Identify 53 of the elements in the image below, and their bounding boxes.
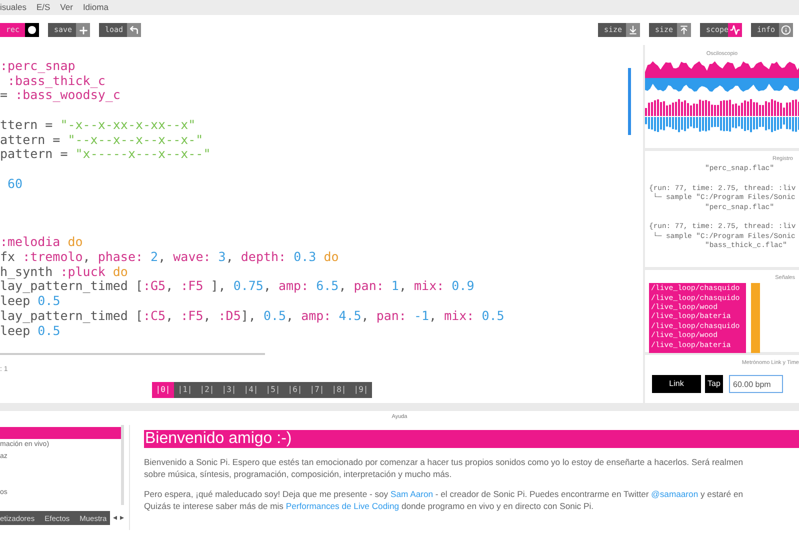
workspace-tab[interactable]: |1| — [174, 382, 196, 398]
code-line: lay_pattern_timed [:C5, :F5, :D5], 0.5, amp: 4.5, pan: -1, mix: 0.5 — [0, 308, 504, 324]
workspace-tab[interactable]: |8| — [328, 382, 350, 398]
code-line: attern = "--x--x--x--x--x-" — [0, 132, 204, 148]
menu-item[interactable]: isuales — [0, 1, 26, 14]
code-line: :perc_snap — [0, 59, 76, 74]
code-line: fx :tremolo, phase: 2, wave: 3, depth: 0.3 do — [0, 250, 339, 265]
link-button[interactable]: Link — [652, 375, 701, 394]
menu-item[interactable]: Ver — [60, 1, 73, 14]
help-heading: Bienvenido amigo :-) — [144, 430, 799, 448]
code-line: 60 — [6, 176, 23, 192]
code-line: ttern = "-x--x-xx-x-xx--x" — [0, 118, 196, 132]
horizontal-scrollbar[interactable] — [0, 353, 265, 355]
arrow-down-icon — [628, 25, 638, 35]
scroll-arrow-icon[interactable]: ◂ — [113, 512, 117, 524]
workspace-tab[interactable]: |7| — [306, 382, 328, 398]
scroll-arrow-icon[interactable]: ▸ — [120, 512, 124, 524]
workspace-tab[interactable]: |3| — [218, 382, 240, 398]
workspace-tab[interactable]: |2| — [196, 382, 218, 398]
workspace-tab[interactable]: |9| — [350, 382, 372, 398]
help-text-line: Bienvenido a Sonic Pi. Espero que estés tan emocionado por comenzar a hacer tus propios sonidos como yo lo estoy de enseñarte a hacerlos. Será realmen — [144, 456, 744, 468]
menu-item[interactable]: Idioma — [82, 1, 108, 14]
help-link[interactable]: @samaaron — [651, 489, 698, 500]
workspace-tab[interactable]: |4| — [240, 382, 262, 398]
help-link[interactable]: Performances de Live Coding — [286, 501, 400, 512]
menu-item[interactable]: E/S — [36, 1, 50, 14]
cue-indicator — [751, 283, 760, 354]
code-line: pattern = "x-----x---x--x--" — [0, 147, 211, 162]
workspace-tab[interactable]: |0| — [152, 382, 174, 398]
plus-icon — [78, 24, 88, 36]
code-line: lay_pattern_timed [:G5, :F5 ], 0.75, amp: 6.5, pan: 1, mix: 0.9 — [0, 279, 474, 294]
arrow-up-icon — [679, 25, 689, 35]
workspace-tab[interactable]: |6| — [284, 382, 306, 398]
code-line: = :bass_woodsy_c — [0, 88, 120, 104]
code-line: :bass_thick_c — [8, 74, 106, 88]
return-arrow-icon — [129, 25, 139, 35]
tap-button[interactable]: Tap — [705, 375, 723, 394]
info-icon — [781, 25, 791, 35]
vertical-scrollbar[interactable] — [628, 68, 631, 135]
wave-icon — [730, 25, 740, 35]
help-topic-item[interactable] — [0, 427, 121, 440]
code-line: leep 0.5 — [0, 294, 60, 309]
code-line: leep 0.5 — [0, 324, 60, 338]
record-icon — [28, 26, 36, 34]
help-text-line: Quizás te interese saber más de mis Performances de Live Coding donde programo en vivo y en directo con Sonic Pi. — [144, 500, 594, 512]
help-text-line: sobre música, síntesis, programación, composición, interpretación y mucho más. — [144, 468, 452, 480]
code-line: h_synth :pluck do — [0, 264, 128, 280]
toolbar-icon-button[interactable] — [25, 23, 39, 37]
help-text-line: Pero espera, ¡qué maleducado soy! Deja que me presente - soy Sam Aaron - el creador de Sonic Pi. Puedes encontrarme en Twitter @samaaron y estaré en — [144, 488, 744, 500]
help-link[interactable]: Sam Aaron — [390, 489, 434, 500]
code-line: :melodia do — [0, 235, 83, 250]
workspace-tab[interactable]: |5| — [262, 382, 284, 398]
bpm-field[interactable]: 60.00 bpm — [729, 375, 783, 394]
